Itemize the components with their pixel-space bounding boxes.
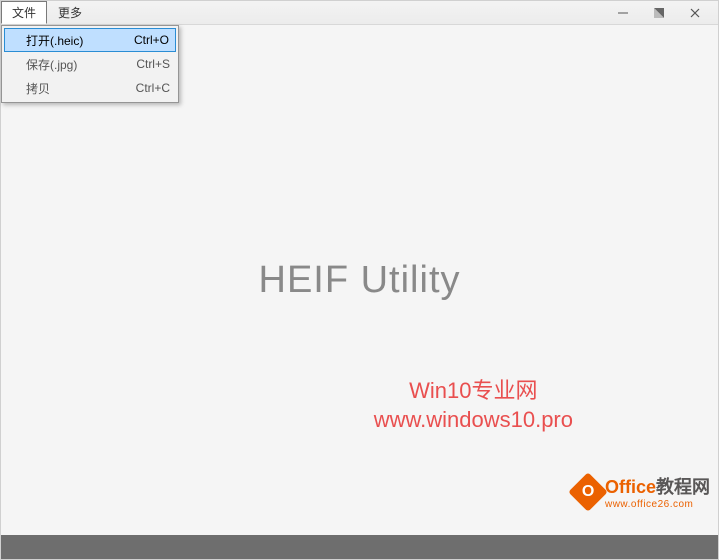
office-text: Office教程网 www.office26.com xyxy=(605,473,710,510)
watermark-line1: Win10专业网 xyxy=(374,376,573,406)
menu-open-label: 打开(.heic) xyxy=(26,32,124,49)
menu-open-shortcut: Ctrl+O xyxy=(134,33,169,47)
office-name-suffix: 教程网 xyxy=(656,477,710,497)
office-name-colored: Office xyxy=(605,477,656,497)
office-logo-letter: O xyxy=(582,482,594,500)
menu-open-heic[interactable]: 打开(.heic) Ctrl+O xyxy=(4,28,176,52)
office-url: www.office26.com xyxy=(605,499,710,510)
menubar: 文件 打开(.heic) Ctrl+O 保存(.jpg) Ctrl+S xyxy=(1,1,93,24)
titlebar: 文件 打开(.heic) Ctrl+O 保存(.jpg) Ctrl+S xyxy=(1,1,718,25)
menu-file-label: 文件 xyxy=(12,4,36,21)
menu-copy-shortcut: Ctrl+C xyxy=(136,81,170,95)
menu-more-label: 更多 xyxy=(58,4,82,21)
statusbar xyxy=(1,535,718,559)
watermark-win10pro: Win10专业网 www.windows10.pro xyxy=(374,376,573,435)
menu-save-shortcut: Ctrl+S xyxy=(136,57,170,71)
office-logo-icon: O xyxy=(568,472,608,512)
app-title: HEIF Utility xyxy=(259,259,461,302)
close-button[interactable] xyxy=(686,4,704,22)
watermark-office26: O Office教程网 www.office26.com xyxy=(574,473,710,510)
menu-copy[interactable]: 拷贝 Ctrl+C xyxy=(4,76,176,100)
menu-copy-label: 拷贝 xyxy=(26,80,126,97)
office-name: Office教程网 xyxy=(605,473,710,499)
watermark-line2: www.windows10.pro xyxy=(374,405,573,435)
maximize-button[interactable] xyxy=(650,4,668,22)
app-window: 文件 打开(.heic) Ctrl+O 保存(.jpg) Ctrl+S xyxy=(0,0,719,560)
window-controls xyxy=(614,1,718,24)
menu-more[interactable]: 更多 xyxy=(47,1,93,24)
file-dropdown: 打开(.heic) Ctrl+O 保存(.jpg) Ctrl+S 拷贝 Ctrl… xyxy=(1,25,179,103)
minimize-button[interactable] xyxy=(614,4,632,22)
menu-save-label: 保存(.jpg) xyxy=(26,56,126,73)
menu-file[interactable]: 文件 打开(.heic) Ctrl+O 保存(.jpg) Ctrl+S xyxy=(1,1,47,24)
menu-save-jpg[interactable]: 保存(.jpg) Ctrl+S xyxy=(4,52,176,76)
